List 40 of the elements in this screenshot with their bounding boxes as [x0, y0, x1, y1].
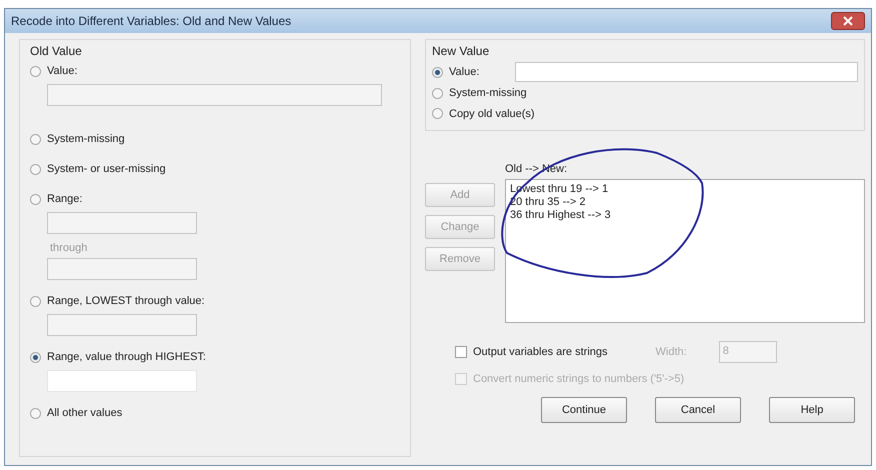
close-button[interactable] — [831, 12, 865, 30]
dialog-button[interactable]: Help — [769, 397, 855, 423]
radio-button[interactable] — [30, 296, 41, 306]
close-icon — [842, 16, 854, 26]
option-label: System-missing — [449, 87, 527, 99]
window-title: Recode into Different Variables: Old and New Values — [11, 14, 292, 28]
option-label: Value: — [449, 66, 480, 78]
option-label: Range, value through HIGHEST: — [47, 351, 206, 363]
input-field[interactable] — [47, 258, 197, 280]
radio-button[interactable] — [30, 408, 41, 418]
checkbox-label: Output variables are strings — [473, 346, 608, 358]
radio-button[interactable] — [30, 66, 41, 76]
radio-button[interactable] — [432, 66, 443, 78]
option-label: Value: — [47, 65, 78, 77]
radio-button[interactable] — [432, 88, 443, 98]
through-label: through — [50, 242, 88, 254]
option-label: System- or user-missing — [47, 163, 166, 175]
dialog-button[interactable]: Continue — [541, 397, 627, 423]
input-field[interactable] — [47, 370, 197, 392]
width-label: Width: — [656, 346, 687, 358]
group-title: New Value — [432, 44, 490, 58]
radio-button[interactable] — [30, 194, 41, 204]
group-title: Old Value — [30, 44, 83, 58]
list-item[interactable]: 36 thru Highest --> 3 — [510, 209, 611, 222]
dialog-button[interactable]: Cancel — [655, 397, 741, 423]
checkbox[interactable] — [455, 346, 467, 358]
option-label: All other values — [47, 407, 122, 419]
checkbox-label: Convert numeric strings to numbers ('5'->5) — [473, 373, 684, 385]
radio-button[interactable] — [30, 352, 41, 362]
option-label: Range: — [47, 193, 82, 205]
input-field[interactable] — [515, 62, 858, 82]
option-label: Range, LOWEST through value: — [47, 295, 205, 307]
radio-button[interactable] — [30, 164, 41, 174]
option-label: System-missing — [47, 133, 125, 145]
option-label: Copy old value(s) — [449, 108, 535, 120]
input-field[interactable] — [47, 212, 197, 234]
input-field[interactable] — [47, 84, 382, 106]
radio-button[interactable] — [432, 108, 443, 120]
input-field[interactable] — [47, 314, 197, 336]
radio-button[interactable] — [30, 134, 41, 144]
